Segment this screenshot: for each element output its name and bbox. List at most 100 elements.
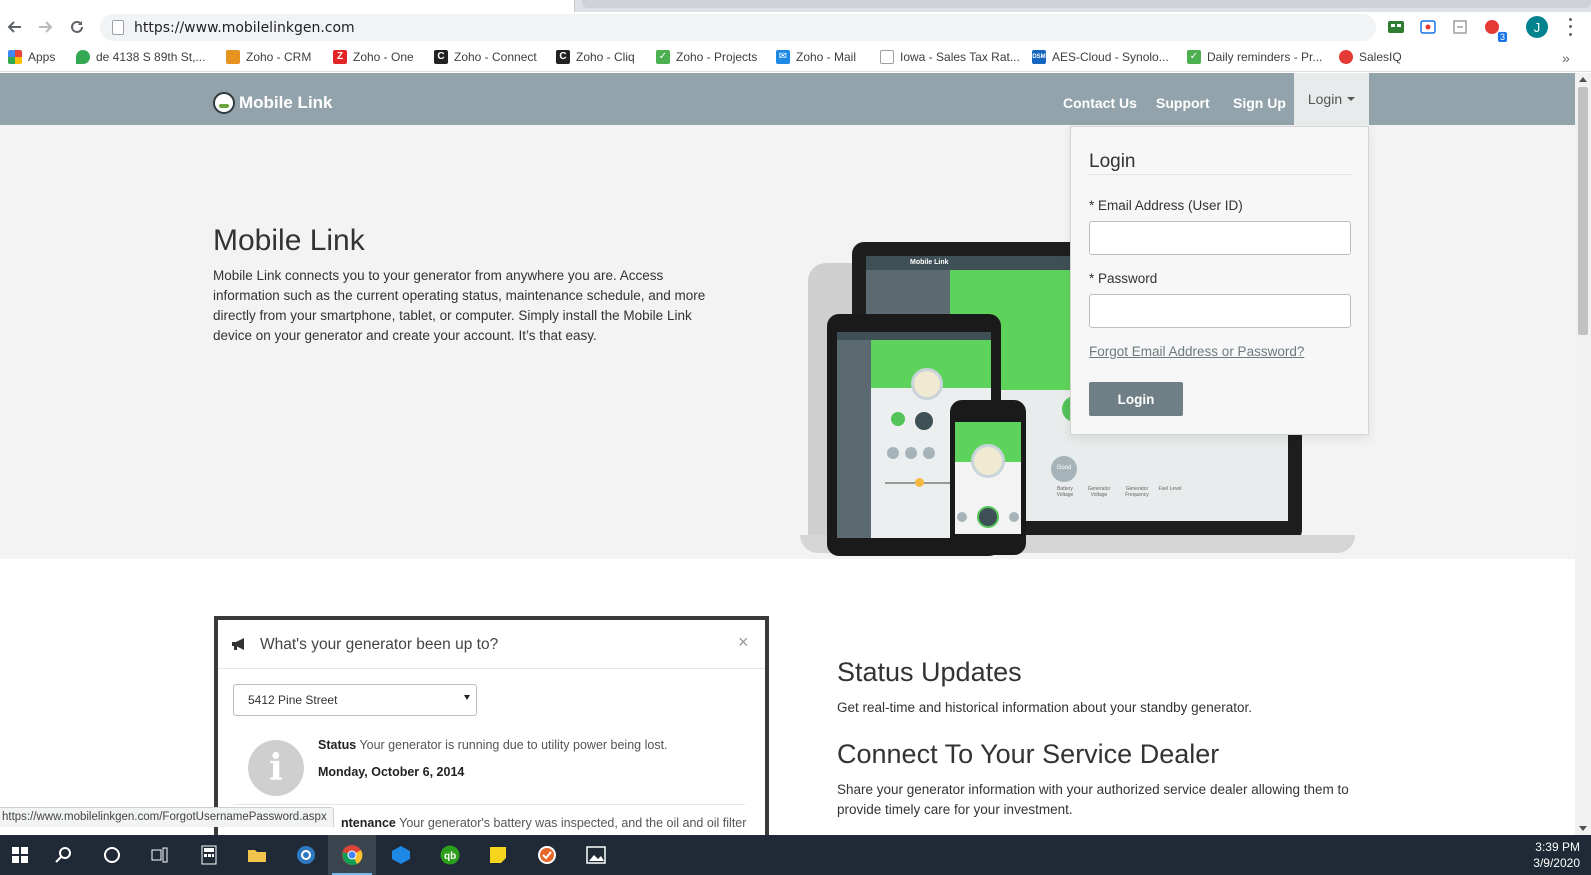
bookmark-label: Zoho - CRM [246,50,312,64]
status-date: Monday, October 6, 2014 [318,765,465,779]
bookmark-zoho-crm[interactable]: Zoho - CRM [226,50,311,64]
bookmark-label: Zoho - Mail [796,50,857,64]
bookmark-label: AES-Cloud - Synolo... [1052,50,1169,64]
sticky-notes-icon[interactable] [486,843,510,867]
bookmark-label: Iowa - Sales Tax Rat... [900,50,1020,64]
password-field[interactable] [1089,294,1351,328]
login-panel-divider [1089,174,1351,175]
reload-icon[interactable] [66,16,88,38]
forgot-credentials-link[interactable]: Forgot Email Address or Password? [1089,344,1304,359]
email-field[interactable] [1089,221,1351,255]
more-menu-icon[interactable] [1566,16,1574,38]
login-panel-title: Login [1089,151,1136,172]
mobile-link-logo-icon [213,92,235,114]
bookmark-zoho-cliq[interactable]: C Zoho - Cliq [556,50,635,64]
phone-dot-left [957,512,967,522]
bookmark-zoho-mail[interactable]: ✉ Zoho - Mail [776,50,856,64]
clock-time: 3:39 PM [1535,840,1580,854]
extension-red-icon[interactable]: 3 [1481,16,1507,42]
file-explorer-icon[interactable] [245,843,269,867]
extension-gray-icon[interactable] [1449,16,1471,38]
zoho-projects-icon: ✓ [656,50,670,64]
system-clock[interactable]: 3:39 PM 3/9/2020 [1500,839,1580,871]
hero-description: Mobile Link connects you to your generat… [213,268,706,343]
nav-contact-us[interactable]: Contact Us [1063,95,1137,111]
app-icon[interactable] [389,843,413,867]
bookmark-salesiq[interactable]: SalesIQ [1339,50,1402,64]
card-divider [233,804,745,805]
site-navbar: Mobile Link Contact Us Support Sign Up L… [0,73,1575,125]
laptop-label-frequency: Generator Frequency [1125,486,1149,498]
zoho-one-icon: Z [333,50,347,64]
cortana-icon[interactable] [100,843,124,867]
start-icon[interactable] [8,843,32,867]
location-select[interactable]: 5412 Pine Street [233,684,477,716]
phone-screen [955,422,1021,534]
password-label: * Password [1089,271,1158,286]
laptop-app-brand: Mobile Link [910,259,949,266]
zoho-crm-icon [226,50,240,64]
tablet-dot-1 [887,447,899,459]
bookmark-daily-reminders[interactable]: ✓ Daily reminders - Pr... [1187,50,1322,64]
login-button[interactable]: Login [1089,382,1183,416]
tablet-dot-2 [905,447,917,459]
profile-avatar[interactable]: J [1526,16,1548,38]
bookmark-zoho-projects[interactable]: ✓ Zoho - Projects [656,50,757,64]
photos-icon[interactable] [584,843,608,867]
bookmarks-overflow-icon[interactable]: » [1562,50,1570,66]
extensions: 3 [1385,16,1507,42]
page-icon [880,50,894,64]
laptop-label-fuel: Fuel Level [1158,486,1182,492]
laptop-label-voltage: Generator Voltage [1087,486,1111,498]
email-label: * Email Address (User ID) [1089,198,1243,213]
bookmark-apps[interactable]: Apps [8,50,55,64]
todo-icon[interactable] [535,843,559,867]
address-bar[interactable]: https://www.mobilelinkgen.com [100,14,1376,41]
phone-dot-right [1009,512,1019,522]
phone-status-dot [977,506,999,528]
scrollbar-thumb[interactable] [1578,87,1588,335]
bookmark-maps[interactable]: de 4138 S 89th St,... [76,50,205,64]
brand-logo[interactable]: Mobile Link [213,92,333,114]
nav-support[interactable]: Support [1156,95,1210,111]
hero-title: Mobile Link [213,224,365,257]
caret-down-icon [1347,97,1356,101]
apps-grid-icon [8,50,22,64]
extension-bookmark-icon[interactable] [1417,16,1439,38]
active-tab[interactable] [0,0,575,12]
close-icon[interactable]: × [738,632,749,653]
scroll-up-icon[interactable] [1579,77,1587,82]
tablet-status-dot [891,412,905,426]
bookmark-iowa-sales-tax[interactable]: Iowa - Sales Tax Rat... [880,50,1020,64]
bookmark-zoho-connect[interactable]: C Zoho - Connect [434,50,537,64]
bookmark-label: Daily reminders - Pr... [1207,50,1323,64]
extension-green-icon[interactable] [1385,16,1407,38]
nav-sign-up[interactable]: Sign Up [1233,95,1286,111]
calculator-icon[interactable] [197,843,221,867]
location-select-value: 5412 Pine Street [248,693,338,707]
card-header: What's your generator been up to? × [218,620,765,669]
clock-date: 3/9/2020 [1533,856,1580,870]
search-icon[interactable] [52,843,76,867]
tablet-generator-icon [911,368,943,400]
laptop-good-label: Good [1056,465,1072,471]
back-icon[interactable] [4,16,26,38]
task-view-icon[interactable] [148,843,172,867]
scroll-down-icon[interactable] [1579,826,1587,831]
nav-login-dropdown[interactable]: Login [1294,73,1369,125]
bookmark-zoho-one[interactable]: Z Zoho - One [333,50,414,64]
page-scrollbar[interactable] [1575,73,1591,835]
dsm-icon: DSM [1032,50,1046,64]
forward-icon[interactable] [34,16,56,38]
url-text: https://www.mobilelinkgen.com [134,20,355,36]
quickbooks-icon[interactable]: qb [438,843,462,867]
maintenance-description: Your generator's battery was inspected, … [399,816,747,830]
chrome-icon[interactable] [340,843,364,867]
phone-illustration [950,400,1026,555]
page-icon [112,20,124,35]
tablet-slider-dot [915,478,924,487]
maintenance-message: ntenance Your generator's battery was in… [341,816,746,830]
other-tab[interactable] [582,0,1591,8]
outlook-icon[interactable] [294,843,318,867]
bookmark-aes-cloud[interactable]: DSM AES-Cloud - Synolo... [1032,50,1169,64]
